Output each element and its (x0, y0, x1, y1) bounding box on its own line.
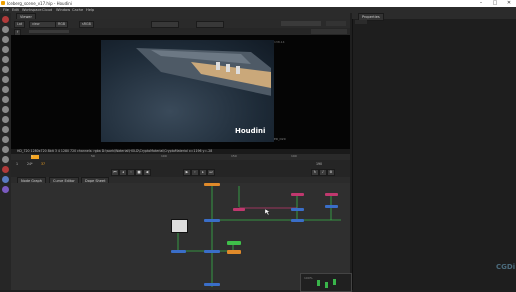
next-frame-button[interactable]: › (191, 169, 199, 176)
settings-button[interactable]: ⚙ (327, 169, 335, 176)
timeline-tick-start: 1 (31, 154, 33, 158)
lut-select[interactable]: sRGB (79, 21, 94, 28)
audio-button[interactable]: ♪ (319, 169, 327, 176)
filter-tool-icon[interactable] (2, 146, 9, 153)
pointer-tool-icon[interactable] (2, 26, 9, 33)
menu-workspace[interactable]: Workspace (22, 8, 42, 12)
image-corner-top: 138.14 (274, 40, 285, 44)
properties-tabbar: Properties (352, 13, 516, 21)
play-button[interactable]: ▶ (183, 169, 191, 176)
menu-file[interactable]: File (3, 8, 9, 12)
viewer-buttons[interactable] (281, 21, 321, 26)
close-icon[interactable]: ✕ (502, 0, 516, 7)
network-minimap[interactable]: 100% (300, 273, 352, 292)
first-frame-button[interactable]: ⏮ (111, 169, 119, 176)
viewer-toolbar: Lat view RGB sRGB (11, 19, 350, 28)
properties-panel (352, 13, 516, 290)
properties-controls[interactable] (355, 20, 367, 24)
crop-tool-icon[interactable] (2, 36, 9, 43)
minimap-node (333, 279, 336, 285)
zoom-level: 100% (304, 276, 313, 280)
blur-tool-icon[interactable] (2, 86, 9, 93)
transform-tool-icon[interactable] (2, 46, 9, 53)
ship-image (136, 48, 271, 96)
mouse-cursor-icon (265, 209, 271, 215)
current-frame[interactable]: 37 (41, 162, 45, 166)
timeline-tick-50: 50 (91, 154, 95, 158)
node-grade-a[interactable] (291, 193, 304, 196)
input-a-select[interactable] (151, 21, 179, 28)
maximize-icon[interactable]: □ (488, 0, 502, 7)
gain-slider[interactable] (29, 30, 69, 33)
track-tool-icon[interactable] (2, 136, 9, 143)
key-tool-icon[interactable] (2, 106, 9, 113)
image-corner-label: ER_D20 (274, 137, 286, 141)
node-over[interactable] (204, 219, 220, 222)
node-keyer[interactable] (227, 241, 241, 245)
frame-start[interactable]: 1 (16, 162, 18, 166)
reverse-play-button[interactable]: ◀ (143, 169, 151, 176)
menu-cloud[interactable]: Cloud (42, 8, 52, 12)
zoom-controls[interactable] (326, 21, 346, 26)
window-title: Iceberg_scene_v17.hip - Houdini (7, 1, 72, 6)
next-key-button[interactable]: ▸ (199, 169, 207, 176)
paint-tool-icon[interactable] (2, 56, 9, 63)
viewer-subbar: f (11, 28, 350, 36)
color-tool-icon[interactable] (2, 76, 9, 83)
render-tool-icon[interactable] (2, 176, 9, 183)
node-thumbnail[interactable] (171, 219, 188, 233)
node-grade-b[interactable] (325, 193, 338, 196)
timeline-tick-150: 150 (231, 154, 237, 158)
node-input[interactable] (204, 183, 220, 186)
menu-cache[interactable]: Cache (72, 8, 83, 12)
node-transform[interactable] (233, 208, 245, 211)
timeline-tick-100: 100 (161, 154, 167, 158)
timeline-tick-end: 190 (291, 154, 297, 158)
frame-end[interactable]: 190 (316, 162, 322, 166)
prev-key-button[interactable]: ◂ (119, 169, 127, 176)
title-bar: Iceberg_scene_v17.hip - Houdini – □ ✕ (0, 0, 516, 7)
houdini-logo: Houdini (235, 127, 266, 135)
channel-tool-icon[interactable] (2, 126, 9, 133)
node-output[interactable] (204, 283, 220, 286)
view-select[interactable]: view (29, 21, 57, 28)
node-read[interactable] (171, 250, 186, 253)
layer-tool-icon[interactable] (2, 116, 9, 123)
node-merge-c[interactable] (291, 219, 304, 222)
layer-select[interactable]: Lat (14, 21, 26, 28)
loop-button[interactable]: ↻ (311, 169, 319, 176)
node-merge-a[interactable] (291, 208, 304, 211)
channel-select[interactable]: RGB (55, 21, 69, 28)
menu-window[interactable]: Window (56, 8, 70, 12)
playback-controls: ⏮ ◂ ‹ ■ ◀ ▶ › ▸ ⏭ ↻ ♪ ⚙ (11, 169, 350, 176)
input-b-select[interactable] (196, 21, 224, 28)
viewer-options[interactable] (311, 29, 347, 34)
render-image: Houdini (101, 40, 274, 142)
minimap-node (317, 280, 320, 286)
select-tool-icon[interactable] (2, 16, 9, 23)
stop-button[interactable]: ■ (135, 169, 143, 176)
node-merge-main[interactable] (204, 250, 220, 253)
record-tool-icon[interactable] (2, 166, 9, 173)
node-merge-b[interactable] (325, 205, 338, 208)
python-tool-icon[interactable] (2, 186, 9, 193)
menu-edit[interactable]: Edit (12, 8, 19, 12)
time-tool-icon[interactable] (2, 156, 9, 163)
app-icon (1, 1, 5, 5)
last-frame-button[interactable]: ⏭ (207, 169, 215, 176)
node-premult[interactable] (227, 250, 241, 254)
prev-frame-button[interactable]: ‹ (127, 169, 135, 176)
fps-label[interactable]: 24* (27, 162, 33, 166)
shape-tool-icon[interactable] (2, 66, 9, 73)
minimap-node (325, 282, 328, 288)
merge-tool-icon[interactable] (2, 96, 9, 103)
watermark-logo: CGDi (496, 263, 516, 271)
minimize-icon[interactable]: – (474, 0, 488, 7)
menu-help[interactable]: Help (86, 8, 94, 12)
